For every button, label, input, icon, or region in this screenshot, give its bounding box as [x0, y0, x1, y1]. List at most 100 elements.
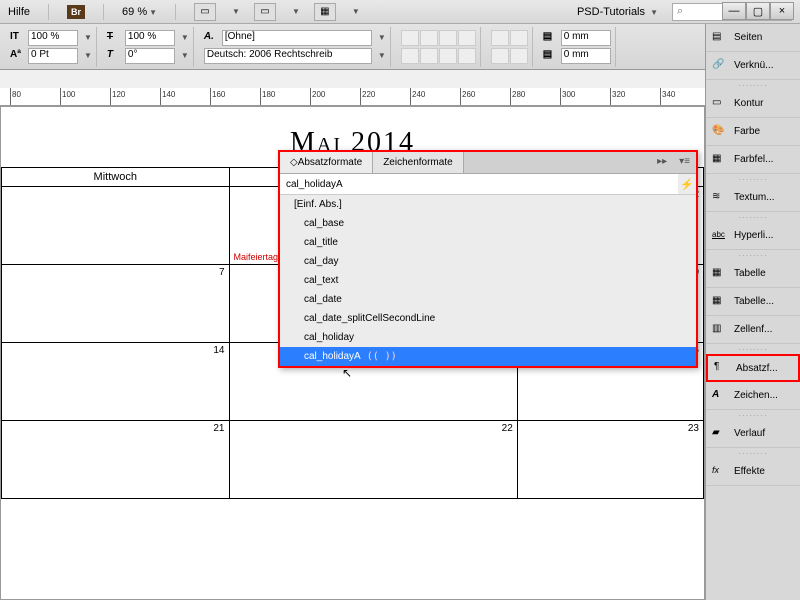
dock-item-zeichen[interactable]: Zeichen... — [706, 382, 800, 410]
vertical-scale-input[interactable]: 100 % — [125, 30, 175, 46]
ruler-tick-label: 100 — [62, 90, 75, 99]
style-list: [Einf. Abs.]cal_basecal_titlecal_daycal_… — [280, 195, 696, 366]
char-icon — [712, 389, 728, 403]
style-item[interactable]: cal_day — [280, 252, 696, 271]
char-style-dropdown[interactable]: [Ohne] — [222, 30, 372, 46]
calendar-cell[interactable]: 22 — [229, 421, 517, 499]
language-dropdown[interactable]: Deutsch: 2006 Rechtschreib — [204, 48, 372, 64]
inset-top-input[interactable]: 0 mm — [561, 30, 611, 46]
color-icon — [712, 125, 728, 139]
dock-item-zellenf[interactable]: Zellenf... — [706, 316, 800, 344]
bridge-button[interactable]: Br — [67, 5, 85, 19]
dock-item-hyperli[interactable]: Hyperli... — [706, 222, 800, 250]
ruler-tick-label: 80 — [12, 90, 21, 99]
indent-btn-2[interactable] — [510, 30, 528, 46]
ruler-tick-label: 240 — [412, 90, 425, 99]
align-center-button[interactable] — [420, 30, 438, 46]
style-item[interactable]: cal_title — [280, 233, 696, 252]
ruler-tick-label: 180 — [262, 90, 275, 99]
kerning-icon: Aª — [10, 49, 24, 63]
cell-icon — [712, 323, 728, 337]
dock-separator — [706, 250, 800, 260]
dock-separator — [706, 212, 800, 222]
view-mode-button-1[interactable]: ▭ — [194, 3, 216, 21]
calendar-cell[interactable] — [2, 187, 230, 265]
tab-paragraph-styles[interactable]: ◇ Absatzformate — [280, 152, 373, 173]
style-item[interactable]: cal_holiday — [280, 328, 696, 347]
workspace-dropdown[interactable]: PSD-Tutorials ▼ — [577, 6, 658, 18]
dock-item-label: Verknü... — [734, 60, 773, 71]
style-item[interactable]: cal_date — [280, 290, 696, 309]
control-bar: IT100 %▼ Aª0 Pt▼ T100 %▼ T0°▼ A.[Ohne]▼ … — [0, 24, 800, 70]
dock-item-farbfel[interactable]: Farbfel... — [706, 146, 800, 174]
ruler-tick-label: 320 — [612, 90, 625, 99]
fx-icon — [712, 465, 728, 479]
justify-right-button[interactable] — [439, 48, 457, 64]
arrange-button[interactable]: ▦ — [314, 3, 336, 21]
style-item[interactable]: cal_holidayA(( )) — [280, 347, 696, 366]
dock-item-seiten[interactable]: Seiten — [706, 24, 800, 52]
chevron-down-icon: ▼ — [352, 7, 360, 16]
align-left-button[interactable] — [401, 30, 419, 46]
view-mode-button-2[interactable]: ▭ — [254, 3, 276, 21]
help-menu[interactable]: Hilfe — [8, 6, 30, 18]
indent-btn-3[interactable] — [491, 48, 509, 64]
dock-separator — [706, 410, 800, 420]
dock-item-label: Textum... — [734, 192, 775, 203]
dock-item-kontur[interactable]: Kontur — [706, 90, 800, 118]
align-right-button[interactable] — [439, 30, 457, 46]
maximize-button[interactable]: ▢ — [746, 2, 770, 20]
dock-item-label: Absatzf... — [736, 363, 778, 374]
zoom-level[interactable]: 69 %▼ — [122, 6, 157, 18]
dock-item-verlauf[interactable]: Verlauf — [706, 420, 800, 448]
quick-apply-icon[interactable]: ⚡ — [678, 174, 696, 194]
dock-item-label: Zellenf... — [734, 324, 772, 335]
dock-item-farbe[interactable]: Farbe — [706, 118, 800, 146]
style-filter-input[interactable] — [280, 174, 678, 194]
ruler-tick-label: 140 — [162, 90, 175, 99]
dock-item-textum[interactable]: Textum... — [706, 184, 800, 212]
paragraph-styles-panel: ◇ Absatzformate Zeichenformate ▸▸ ▾≡ ⚡ [… — [278, 150, 698, 368]
panel-menu-button[interactable]: ▾≡ — [673, 152, 696, 173]
indent-btn-1[interactable] — [491, 30, 509, 46]
dock-item-label: Seiten — [734, 32, 762, 43]
link-icon — [712, 59, 728, 73]
kerning-input[interactable]: 0 Pt — [28, 48, 78, 64]
dock-item-absatzf[interactable]: Absatzf... — [706, 354, 800, 382]
justify-button[interactable] — [458, 30, 476, 46]
justify-center-button[interactable] — [420, 48, 438, 64]
rotation-input[interactable]: 0° — [125, 48, 175, 64]
minimize-button[interactable]: — — [722, 2, 746, 20]
horizontal-scale-input[interactable]: 100 % — [28, 30, 78, 46]
inset-bottom-icon: ▤ — [543, 49, 557, 63]
dock-item-tabelle[interactable]: Tabelle... — [706, 288, 800, 316]
dock-separator — [706, 174, 800, 184]
rotation-icon: T — [107, 49, 121, 63]
calendar-cell[interactable]: 23 — [517, 421, 703, 499]
dock-item-label: Effekte — [734, 466, 765, 477]
justify-full-button[interactable] — [458, 48, 476, 64]
horizontal-scale-icon: IT — [10, 31, 24, 45]
style-item[interactable]: cal_date_splitCellSecondLine — [280, 309, 696, 328]
panel-collapse-button[interactable]: ▸▸ — [651, 152, 673, 173]
dock-item-tabelle[interactable]: Tabelle — [706, 260, 800, 288]
calendar-cell[interactable]: 7 — [2, 265, 230, 343]
style-item[interactable]: cal_text — [280, 271, 696, 290]
calendar-cell[interactable]: 14 — [2, 343, 230, 421]
calendar-cell[interactable]: 21 — [2, 421, 230, 499]
dock-item-effekte[interactable]: Effekte — [706, 458, 800, 486]
inset-bottom-input[interactable]: 0 mm — [561, 48, 611, 64]
pages-icon — [712, 31, 728, 45]
wrap-icon — [712, 191, 728, 205]
indent-btn-4[interactable] — [510, 48, 528, 64]
dock-item-verkn[interactable]: Verknü... — [706, 52, 800, 80]
style-item[interactable]: [Einf. Abs.] — [280, 195, 696, 214]
style-item[interactable]: cal_base — [280, 214, 696, 233]
ruler-tick-label: 300 — [562, 90, 575, 99]
tab-character-styles[interactable]: Zeichenformate — [373, 152, 463, 173]
justify-left-button[interactable] — [401, 48, 419, 64]
close-button[interactable]: × — [770, 2, 794, 20]
vertical-scale-icon: T — [107, 31, 121, 45]
hyper-icon — [712, 229, 728, 243]
menu-bar: Hilfe Br 69 %▼ ▭ ▼ ▭ ▼ ▦ ▼ PSD-Tutorials… — [0, 0, 800, 24]
